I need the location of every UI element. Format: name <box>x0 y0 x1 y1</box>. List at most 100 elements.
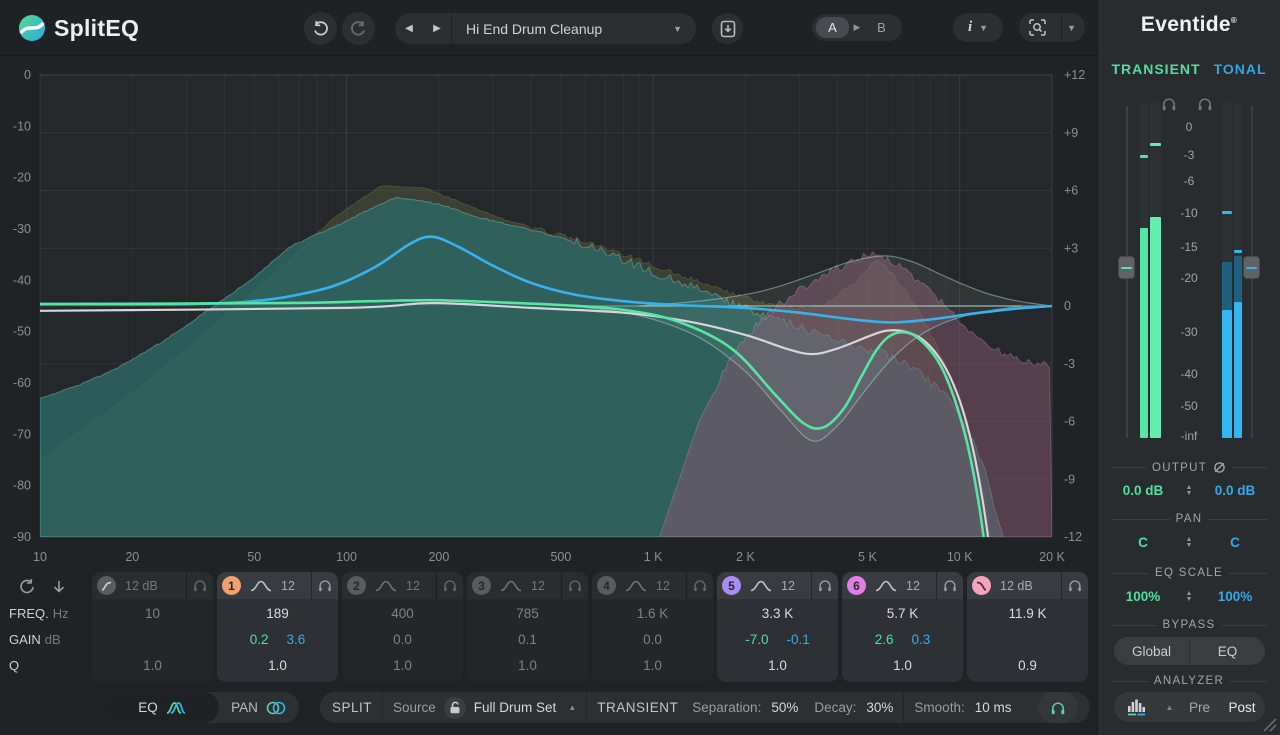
analyzer-collapse-button[interactable]: ▲ <box>1159 692 1180 722</box>
band-slope[interactable]: 12 <box>781 579 795 593</box>
band-solo-button[interactable] <box>1061 572 1088 599</box>
transient-solo-headphones-icon[interactable] <box>1161 97 1177 116</box>
undo-button[interactable] <box>304 12 337 45</box>
info-button[interactable]: i ▼ <box>953 13 1003 42</box>
save-preset-button[interactable] <box>712 13 743 44</box>
band-freq[interactable]: 785 <box>467 601 588 627</box>
band-gain[interactable]: 0.0 <box>592 627 713 653</box>
pan-stepper[interactable]: ▲▼ <box>1186 537 1193 548</box>
band-solo-button[interactable] <box>936 572 963 599</box>
pan-view-button[interactable]: PAN <box>219 700 299 716</box>
band-badge-b5[interactable]: 5 <box>722 576 741 595</box>
ab-copy-button[interactable]: ▶ <box>854 22 861 33</box>
size-caret-icon[interactable]: ▼ <box>1067 23 1076 33</box>
band-card-b5[interactable]: 5 12 3.3 K-7.0 -0.11.0 <box>717 572 838 682</box>
source-lock-button[interactable] <box>444 697 466 719</box>
band-solo-button[interactable] <box>311 572 338 599</box>
output-stepper[interactable]: ▲▼ <box>1186 485 1193 496</box>
band-gain-transient[interactable]: 2.6 <box>875 627 894 653</box>
band-solo-button[interactable] <box>436 572 463 599</box>
band-freq[interactable]: 3.3 K <box>717 601 838 627</box>
band-freq[interactable]: 10 <box>92 601 213 627</box>
band-q[interactable]: 1.0 <box>717 653 838 679</box>
band-card-b2[interactable]: 2 12 4000.01.0 <box>342 572 463 682</box>
band-slope[interactable]: 12 <box>406 579 420 593</box>
band-slope[interactable]: 12 <box>531 579 545 593</box>
band-q[interactable]: 1.0 <box>467 653 588 679</box>
bands-collapse-button[interactable] <box>50 578 68 599</box>
band-card-b4[interactable]: 4 12 1.6 K0.01.0 <box>592 572 713 682</box>
band-freq[interactable]: 11.9 K <box>967 601 1088 627</box>
output-tonal-value[interactable]: 0.0 dB <box>1203 483 1267 498</box>
preset-next-button[interactable]: ▶ <box>423 23 451 34</box>
band-gain-transient[interactable]: -7.0 <box>745 627 768 653</box>
band-q[interactable]: 1.0 <box>342 653 463 679</box>
ab-a-button[interactable]: A <box>816 17 849 38</box>
band-q[interactable]: 1.0 <box>92 653 213 679</box>
band-gain[interactable]: 0.0 <box>342 627 463 653</box>
band-slope[interactable]: 12 <box>906 579 920 593</box>
pan-transient-value[interactable]: C <box>1111 535 1175 550</box>
band-badge-b4[interactable]: 4 <box>597 576 616 595</box>
band-solo-button[interactable] <box>686 572 713 599</box>
band-badge-b1[interactable]: 1 <box>222 576 241 595</box>
analyzer-post-button[interactable]: Post <box>1219 692 1265 722</box>
band-badge-hp[interactable] <box>97 576 116 595</box>
smooth-value[interactable]: 10 ms <box>975 700 1012 715</box>
band-q[interactable]: 0.9 <box>967 653 1088 679</box>
preset-dropdown-caret[interactable]: ▼ <box>673 24 696 34</box>
bands-reset-button[interactable] <box>18 578 36 599</box>
band-q[interactable]: 1.0 <box>217 653 338 679</box>
separation-value[interactable]: 50% <box>771 700 798 715</box>
band-freq[interactable]: 5.7 K <box>842 601 963 627</box>
window-size-button[interactable]: ▼ <box>1019 13 1085 42</box>
ab-b-button[interactable]: B <box>865 20 898 35</box>
band-badge-b2[interactable]: 2 <box>347 576 366 595</box>
band-card-lp[interactable]: 12 dB 11.9 K 0.9 <box>967 572 1088 682</box>
band-badge-b6[interactable]: 6 <box>847 576 866 595</box>
source-collapse-icon[interactable]: ▲ <box>568 703 576 712</box>
decay-value[interactable]: 30% <box>866 700 893 715</box>
band-card-b3[interactable]: 3 12 7850.11.0 <box>467 572 588 682</box>
preset-name[interactable]: Hi End Drum Cleanup <box>452 21 673 37</box>
preset-prev-button[interactable]: ◀ <box>395 23 423 34</box>
band-gain-tonal[interactable]: 3.6 <box>287 627 306 653</box>
phase-invert-icon[interactable] <box>1213 461 1226 474</box>
pan-tonal-value[interactable]: C <box>1203 535 1267 550</box>
bypass-eq-button[interactable]: EQ <box>1190 637 1265 665</box>
band-freq[interactable]: 189 <box>217 601 338 627</box>
band-slope[interactable]: 12 dB <box>1000 579 1033 593</box>
band-gain-transient[interactable]: 0.2 <box>250 627 269 653</box>
band-badge-b3[interactable]: 3 <box>472 576 491 595</box>
eq-scale-tonal-value[interactable]: 100% <box>1203 589 1267 604</box>
band-freq[interactable]: 1.6 K <box>592 601 713 627</box>
analyzer-pre-button[interactable]: Pre <box>1180 692 1219 722</box>
band-slope[interactable]: 12 dB <box>125 579 158 593</box>
tonal-solo-headphones-icon[interactable] <box>1197 97 1213 116</box>
band-solo-button[interactable] <box>811 572 838 599</box>
eq-view-button[interactable]: EQ <box>105 692 219 723</box>
eq-scale-stepper[interactable]: ▲▼ <box>1186 591 1193 602</box>
band-q[interactable]: 1.0 <box>592 653 713 679</box>
band-freq[interactable]: 400 <box>342 601 463 627</box>
band-solo-button[interactable] <box>561 572 588 599</box>
band-card-hp[interactable]: 12 dB 10 1.0 <box>92 572 213 682</box>
band-slope[interactable]: 12 <box>281 579 295 593</box>
output-transient-value[interactable]: 0.0 dB <box>1111 483 1175 498</box>
transient-audition-button[interactable] <box>1038 692 1078 723</box>
band-q[interactable]: 1.0 <box>842 653 963 679</box>
band-gain-tonal[interactable]: -0.1 <box>787 627 810 653</box>
band-slope[interactable]: 12 <box>656 579 670 593</box>
band-gain[interactable]: 0.1 <box>467 627 588 653</box>
eq-scale-transient-value[interactable]: 100% <box>1111 589 1175 604</box>
bypass-global-button[interactable]: Global <box>1114 637 1190 665</box>
source-value[interactable]: Full Drum Set <box>474 700 557 715</box>
band-solo-button[interactable] <box>186 572 213 599</box>
tab-transient[interactable]: TRANSIENT <box>1111 61 1200 77</box>
tab-tonal[interactable]: TONAL <box>1214 61 1267 77</box>
band-card-b6[interactable]: 6125.7 K2.60.31.0 <box>842 572 963 682</box>
band-badge-lp[interactable] <box>972 576 991 595</box>
eq-graph[interactable]: 0-10-20-30-40-50-60-70-80-90+12+9+6+30-3… <box>0 0 1097 572</box>
tonal-level-fader[interactable] <box>1243 256 1260 279</box>
transient-level-fader[interactable] <box>1118 256 1135 279</box>
